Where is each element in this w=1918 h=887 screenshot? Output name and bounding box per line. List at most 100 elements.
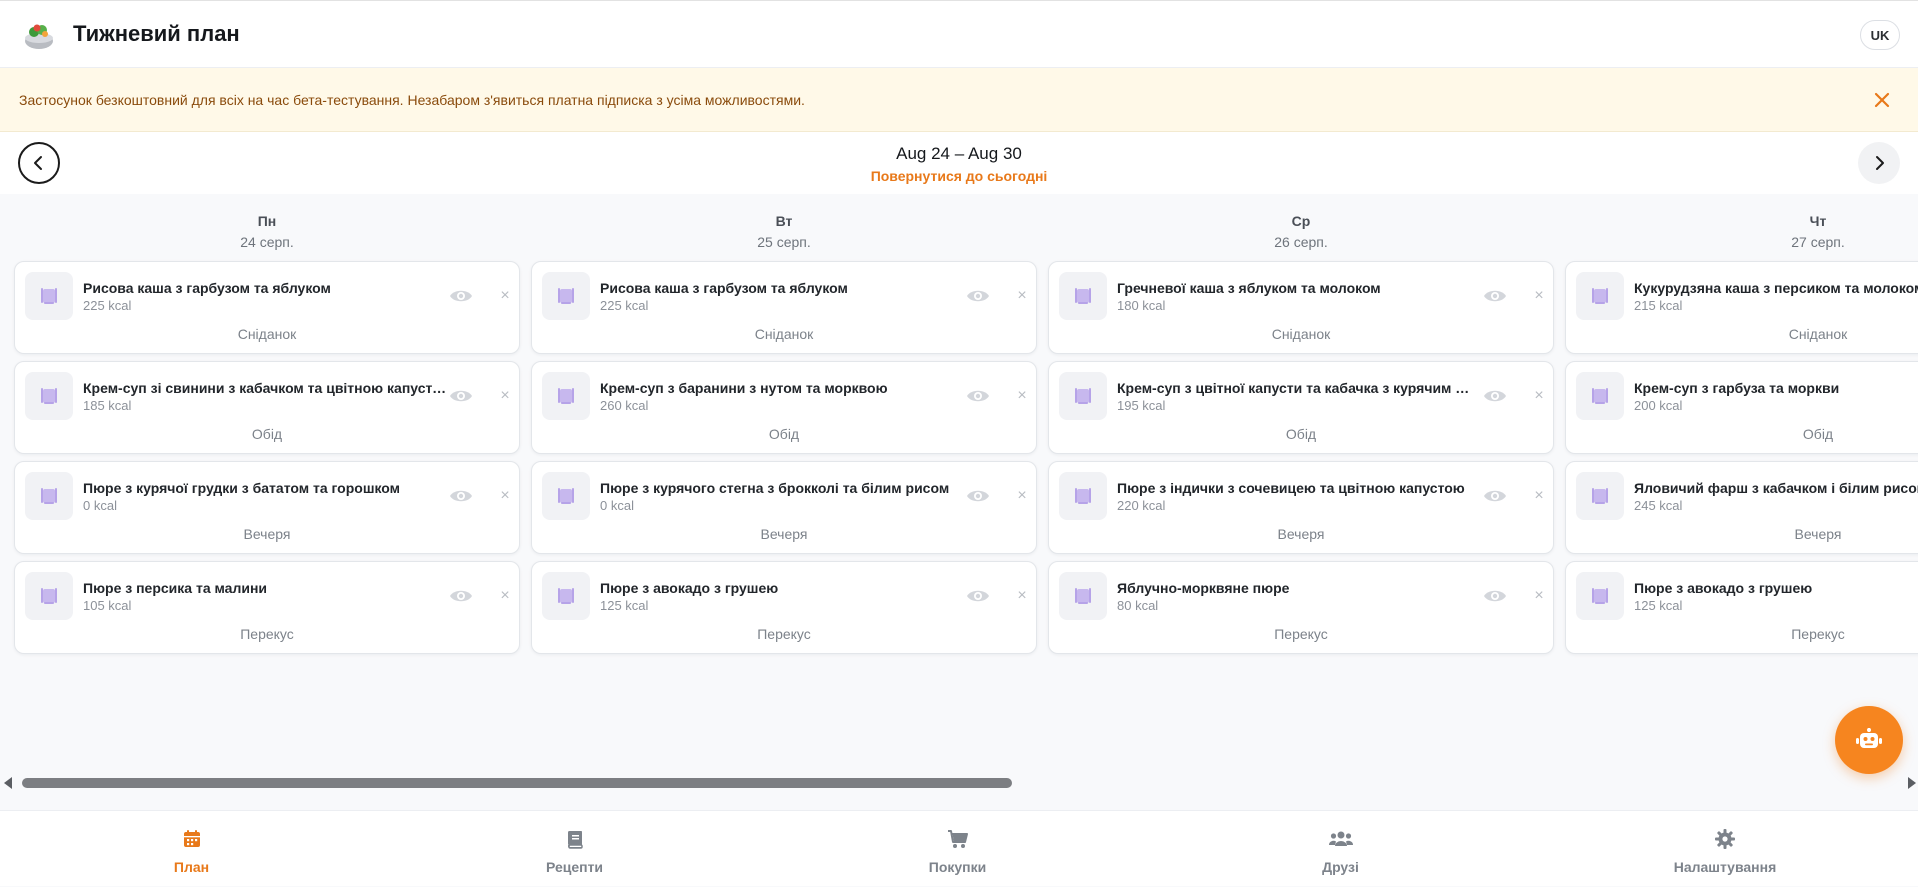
- nav-recipes[interactable]: Рецепти: [383, 811, 766, 887]
- meal-calories: 245 kcal: [1634, 498, 1683, 513]
- nav-settings[interactable]: Налаштування: [1532, 811, 1918, 887]
- meal-calories: 260 kcal: [600, 398, 649, 413]
- meal-type: Вечеря: [760, 526, 808, 542]
- remove-meal-icon[interactable]: ×: [1532, 587, 1546, 605]
- meal-type: Перекус: [1274, 626, 1328, 642]
- day-date: 25 серп.: [757, 234, 811, 250]
- meal-calories: 185 kcal: [83, 398, 132, 413]
- meal-placeholder-icon: [1059, 572, 1107, 620]
- remove-meal-icon[interactable]: ×: [498, 587, 512, 605]
- meal-card[interactable]: Рисова каша з гарбузом та яблуком 225 kca…: [14, 261, 520, 354]
- remove-meal-icon[interactable]: ×: [1015, 387, 1029, 405]
- meal-name: Гречневої каша з яблуком та молоком: [1117, 280, 1381, 296]
- calendar-icon: [183, 830, 200, 847]
- horizontal-scrollbar[interactable]: [0, 774, 1918, 792]
- meal-type: Обід: [251, 426, 283, 442]
- meal-type: Сніданок: [1271, 326, 1331, 342]
- scrollbar-thumb[interactable]: [22, 778, 1012, 788]
- meal-placeholder-icon: [542, 472, 590, 520]
- meal-type: Вечеря: [1794, 526, 1842, 542]
- meal-card[interactable]: Пюре з персика та малини 105 kcal × Перекус: [14, 561, 520, 654]
- meal-name: Пюре з авокадо з грушею: [1634, 580, 1813, 596]
- meal-placeholder-icon: [25, 272, 73, 320]
- book-icon: [567, 831, 583, 849]
- next-week-button[interactable]: [1858, 142, 1900, 184]
- remove-meal-icon[interactable]: ×: [1015, 287, 1029, 305]
- meal-calories: 215 kcal: [1634, 298, 1683, 313]
- nav-plan[interactable]: План: [0, 811, 383, 887]
- day-date: 24 серп.: [240, 234, 294, 250]
- meal-placeholder-icon: [542, 372, 590, 420]
- meal-placeholder-icon: [25, 472, 73, 520]
- week-navigation: Aug 24 – Aug 30 Повернутися до сьогодні: [0, 132, 1918, 194]
- meal-card[interactable]: Гречневої каша з яблуком та молоком 180 k…: [1048, 261, 1554, 354]
- day-name: Пн: [257, 213, 277, 229]
- meal-card[interactable]: Пюре з авокадо з грушею125 kcal×Перекус: [1565, 561, 1918, 654]
- nav-friends-label: Друзі: [1322, 859, 1359, 875]
- meal-card[interactable]: Пюре з індички з сочевицею та цвітною ка…: [1048, 461, 1554, 554]
- meal-calories: 0 kcal: [83, 498, 117, 513]
- meal-name: Крем-суп з баранини з нутом та морквою: [600, 380, 888, 396]
- chevron-right-icon: [1876, 156, 1884, 170]
- meal-type: Перекус: [757, 626, 811, 642]
- scroll-left-arrow-icon[interactable]: [4, 777, 12, 789]
- banner-close-button[interactable]: [1868, 86, 1896, 114]
- meal-card[interactable]: Крем-суп зі свинини з кабачком та цвітно…: [14, 361, 520, 454]
- remove-meal-icon[interactable]: ×: [498, 287, 512, 305]
- day-name: Чт: [1809, 213, 1827, 229]
- remove-meal-icon[interactable]: ×: [1015, 587, 1029, 605]
- view-eye-icon[interactable]: [1483, 486, 1507, 506]
- day-header: Ср 26 серп.: [1048, 194, 1554, 261]
- nav-friends[interactable]: Друзі: [1149, 811, 1532, 887]
- view-eye-icon[interactable]: [449, 286, 473, 306]
- meal-card[interactable]: Рисова каша з гарбузом та яблуком 225 kca…: [531, 261, 1037, 354]
- assistant-bot-button[interactable]: [1835, 706, 1903, 774]
- remove-meal-icon[interactable]: ×: [498, 387, 512, 405]
- beta-banner-text: Застосунок безкоштовний для всіх на час …: [19, 92, 805, 108]
- meal-card[interactable]: Яблучно-морквяне пюре 80 kcal × Перекус: [1048, 561, 1554, 654]
- meal-placeholder-icon: [25, 572, 73, 620]
- meal-card[interactable]: Крем-суп з цвітної капусти та кабачка з …: [1048, 361, 1554, 454]
- meal-name: Пюре з курячого стегна з брокколі та біл…: [600, 480, 950, 496]
- remove-meal-icon[interactable]: ×: [498, 487, 512, 505]
- meal-type: Перекус: [240, 626, 294, 642]
- meal-name: Рисова каша з гарбузом та яблуком: [600, 280, 848, 296]
- nav-plan-label: План: [173, 859, 210, 875]
- view-eye-icon[interactable]: [1483, 586, 1507, 606]
- meal-card[interactable]: Крем-суп з баранини з нутом та морквою 26…: [531, 361, 1037, 454]
- meal-card[interactable]: Яловичий фарш з кабачком і білим рисом 24…: [1565, 461, 1918, 554]
- view-eye-icon[interactable]: [966, 386, 990, 406]
- meal-placeholder-icon: [1059, 372, 1107, 420]
- back-to-today-link[interactable]: Повернутися до сьогодні: [871, 168, 1048, 184]
- view-eye-icon[interactable]: [966, 286, 990, 306]
- remove-meal-icon[interactable]: ×: [1015, 487, 1029, 505]
- day-column: Ср 26 серп. Гречневої каша з яблуком та мо…: [1048, 194, 1554, 661]
- meal-placeholder-icon: [542, 572, 590, 620]
- view-eye-icon[interactable]: [1483, 286, 1507, 306]
- meal-card[interactable]: Крем-суп з гарбуза та моркви200 kcal×Обі…: [1565, 361, 1918, 454]
- remove-meal-icon[interactable]: ×: [1532, 287, 1546, 305]
- view-eye-icon[interactable]: [1483, 386, 1507, 406]
- view-eye-icon[interactable]: [449, 486, 473, 506]
- page-title: Тижневий план: [73, 21, 240, 46]
- meal-calories: 125 kcal: [600, 598, 649, 613]
- meal-card[interactable]: Кукурудзяна каша з персиком та молоком 21…: [1565, 261, 1918, 354]
- day-header: Пн 24 серп.: [14, 194, 520, 261]
- meal-card[interactable]: Пюре з курячої грудки з бататом та горош…: [14, 461, 520, 554]
- meal-card[interactable]: Пюре з курячого стегна з брокколі та біл…: [531, 461, 1037, 554]
- meal-name: Крем-суп з гарбуза та моркви: [1634, 380, 1840, 396]
- meal-type: Вечеря: [1277, 526, 1325, 542]
- meal-calories: 225 kcal: [83, 298, 132, 313]
- meal-placeholder-icon: [542, 272, 590, 320]
- view-eye-icon[interactable]: [966, 486, 990, 506]
- meal-card[interactable]: Пюре з авокадо з грушею125 kcal×Перекус: [531, 561, 1037, 654]
- view-eye-icon[interactable]: [966, 586, 990, 606]
- scroll-right-arrow-icon[interactable]: [1908, 777, 1916, 789]
- meal-type: Обід: [768, 426, 800, 442]
- remove-meal-icon[interactable]: ×: [1532, 487, 1546, 505]
- language-button[interactable]: UK: [1860, 20, 1900, 50]
- nav-shopping[interactable]: Покупки: [766, 811, 1149, 887]
- remove-meal-icon[interactable]: ×: [1532, 387, 1546, 405]
- view-eye-icon[interactable]: [449, 586, 473, 606]
- view-eye-icon[interactable]: [449, 386, 473, 406]
